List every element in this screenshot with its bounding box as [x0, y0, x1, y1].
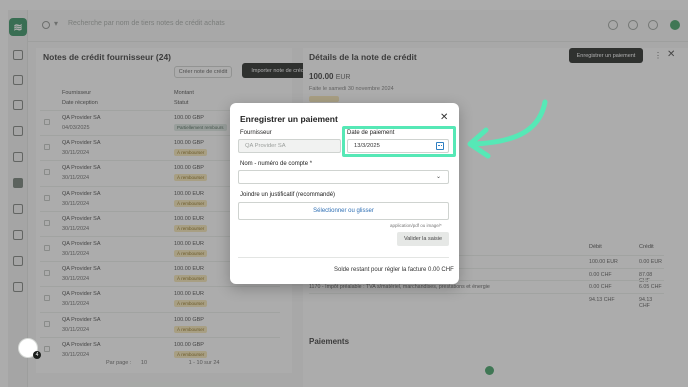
remaining-balance: Solde restant pour régler la facture 0.0… — [334, 267, 454, 273]
file-type-hint: application/pdf ou image/* — [390, 223, 442, 228]
curved-arrow-annotation — [467, 99, 548, 159]
close-icon[interactable]: ✕ — [440, 112, 448, 123]
modal-divider — [238, 257, 449, 258]
chevron-down-icon[interactable]: ⌄ — [436, 171, 441, 183]
validate-button[interactable]: Valider la saisie — [397, 232, 449, 246]
account-label: Nom - numéro de compte * — [240, 161, 313, 167]
account-select[interactable]: ⌄ — [238, 170, 449, 184]
supplier-label: Fournisseur — [240, 130, 272, 136]
supplier-field: QA Provider SA — [238, 139, 341, 153]
highlight-box — [342, 126, 456, 157]
notification-badge: 4 — [33, 351, 41, 359]
modal-title: Enregistrer un paiement — [240, 114, 338, 124]
upload-dropzone[interactable]: Sélectionner ou glisser — [238, 202, 449, 220]
attachment-label: Joindre un justificatif (recommandé) — [240, 192, 336, 198]
